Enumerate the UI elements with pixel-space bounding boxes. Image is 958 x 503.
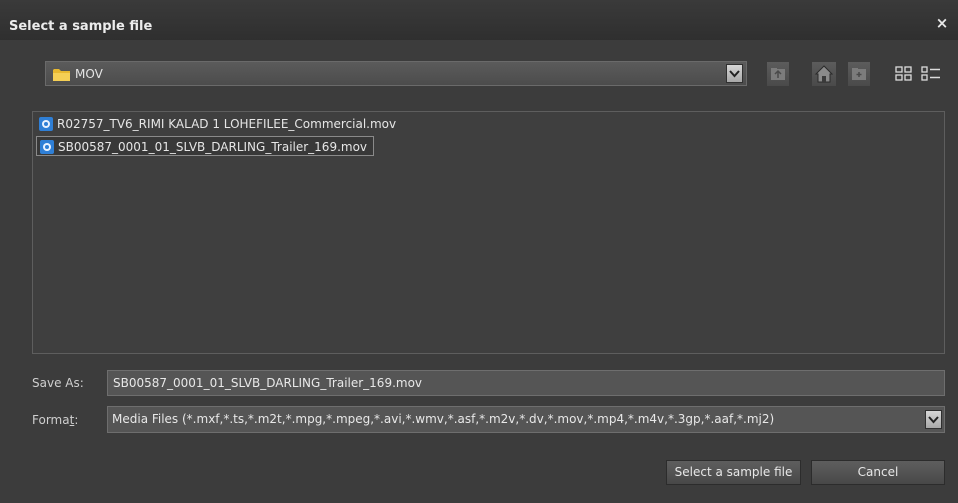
new-folder-icon [852,68,866,80]
file-list-item-selected[interactable]: SB00587_0001_01_SLVB_DARLING_Trailer_169… [36,136,375,156]
list-view-button[interactable] [920,62,942,86]
format-selected-value: Media Files (*.mxf,*.ts,*.m2t,*.mpg,*.mp… [112,412,775,426]
format-dropdown[interactable]: Media Files (*.mxf,*.ts,*.m2t,*.mpg,*.mp… [107,406,945,433]
home-icon [814,65,834,83]
new-folder-button[interactable] [848,62,870,86]
movie-file-icon [39,117,53,131]
thumbnail-view-button[interactable] [893,62,915,86]
folder-path-dropdown[interactable]: MOV [45,61,747,86]
folder-icon [53,69,70,81]
file-list-item[interactable]: R02757_TV6_RIMI KALAD 1 LOHEFILEE_Commer… [36,114,402,134]
movie-file-icon [40,140,54,154]
list-view-icon [921,66,940,81]
home-button[interactable] [812,62,836,86]
format-label: Format: [32,413,79,427]
chevron-down-icon[interactable] [726,64,743,83]
chevron-down-icon[interactable] [925,410,942,429]
save-as-input[interactable]: SB00587_0001_01_SLVB_DARLING_Trailer_169… [107,370,945,396]
file-list[interactable]: R02757_TV6_RIMI KALAD 1 LOHEFILEE_Commer… [32,111,945,354]
save-as-label: Save As: [32,376,84,390]
folder-up-button[interactable] [767,62,789,86]
file-name: SB00587_0001_01_SLVB_DARLING_Trailer_169… [58,140,368,154]
current-folder-label: MOV [75,67,103,81]
thumbnail-view-icon [895,66,912,81]
select-sample-file-button[interactable]: Select a sample file [666,460,801,485]
title-bar[interactable]: Select a sample file × [0,0,958,40]
folder-up-icon [771,68,785,80]
cancel-button[interactable]: Cancel [811,460,945,485]
dialog-title: Select a sample file [9,19,153,34]
file-name: R02757_TV6_RIMI KALAD 1 LOHEFILEE_Commer… [57,117,397,131]
close-icon[interactable]: × [934,15,950,31]
